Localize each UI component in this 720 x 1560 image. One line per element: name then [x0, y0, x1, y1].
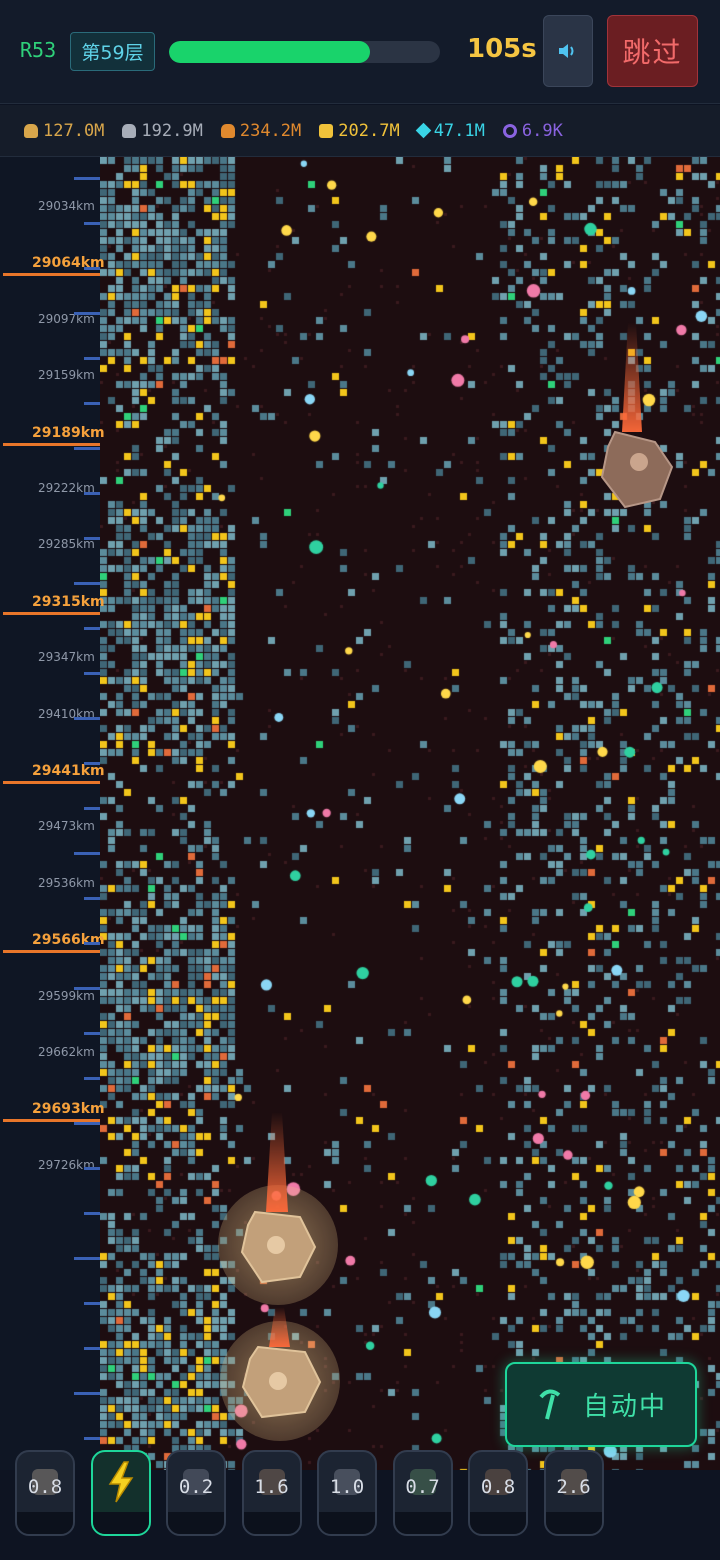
- stone-icon: [122, 123, 137, 138]
- tool-slot-magnet[interactable]: 0.2: [166, 1450, 226, 1536]
- lightning-icon: [93, 1452, 149, 1512]
- resource-value: 47.1M: [433, 120, 485, 141]
- tool-cooldown: 1.0: [329, 1476, 365, 1498]
- resource-copper: 234.2M: [220, 120, 302, 141]
- pickaxe-icon: [539, 1389, 561, 1419]
- resource-value: 127.0M: [43, 120, 105, 141]
- sound-toggle-button[interactable]: [543, 15, 593, 87]
- resource-bar: 127.0M 192.9M 234.2M 202.7M 47.1M 6.9K: [0, 105, 720, 157]
- tool-slot-spark-burst[interactable]: 0.8: [15, 1450, 75, 1536]
- resource-coin: 202.7M: [319, 120, 400, 141]
- tool-slot-base: [243, 1512, 300, 1534]
- gold-ore-icon: [24, 123, 38, 138]
- tool-slot-vortex[interactable]: 1.0: [317, 1450, 377, 1536]
- copper-icon: [220, 123, 235, 138]
- drill-head: [600, 322, 674, 509]
- speaker-icon: [559, 44, 574, 58]
- tool-slot-base: [17, 1512, 73, 1534]
- auto-mine-label: 自动中: [582, 1392, 667, 1422]
- resource-value: 6.9K: [521, 120, 563, 141]
- diamond-icon: [415, 122, 431, 139]
- tool-slot-base: [92, 1512, 149, 1534]
- resource-value: 202.7M: [338, 120, 400, 141]
- tool-slot-drill[interactable]: 1.6: [241, 1450, 302, 1536]
- resource-gold-ore: 127.0M: [24, 121, 104, 141]
- resource-stone: 192.9M: [122, 120, 203, 141]
- layer-badge: 第59层: [70, 32, 155, 71]
- resource-diamond: 47.1M: [415, 120, 485, 141]
- resource-value: 192.9M: [141, 120, 203, 141]
- mining-effects: [218, 322, 674, 1441]
- tool-cooldown: 0.8: [27, 1476, 63, 1498]
- tool-cooldown: 0.8: [480, 1476, 516, 1498]
- tool-slot-base: [545, 1512, 602, 1534]
- drill-head: [218, 1112, 338, 1305]
- tool-slot-base: [168, 1512, 224, 1534]
- tool-cooldown: 0.7: [405, 1476, 440, 1498]
- round-indicator: R53: [20, 38, 57, 62]
- tool-cooldown: 0.2: [178, 1476, 214, 1498]
- skill-toolbar: 0.8 0.2 1.6 1.0 0.7 0.8 2.6: [0, 1450, 720, 1560]
- tool-slot-base: [470, 1512, 526, 1534]
- tool-slot-potion[interactable]: 0.7: [392, 1450, 453, 1536]
- amethyst-icon: [502, 123, 517, 138]
- level-progress-fill: [169, 41, 370, 63]
- top-bar: R53 第59层 105s 跳过: [0, 0, 720, 104]
- resource-amethyst: 6.9K: [502, 120, 563, 141]
- tool-slot-base: [394, 1512, 451, 1534]
- tool-slot-base: [319, 1512, 375, 1534]
- auto-mine-button[interactable]: 自动中: [505, 1362, 697, 1447]
- tool-slot-crystal[interactable]: 2.6: [543, 1450, 604, 1536]
- level-progress-bar: [169, 41, 440, 63]
- resource-value: 234.2M: [239, 120, 302, 141]
- tool-slot-lightning[interactable]: [90, 1450, 151, 1536]
- tool-cooldown: 1.6: [254, 1476, 289, 1498]
- mining-field[interactable]: 29034km 29064km 29097km 29159km 29189km 29222…: [0, 157, 720, 1470]
- drill-head: [220, 1307, 340, 1441]
- skip-button[interactable]: 跳过: [607, 15, 698, 87]
- coin-icon: [319, 123, 334, 138]
- tool-cooldown: 2.6: [556, 1476, 591, 1498]
- tool-slot-hammer[interactable]: 0.8: [468, 1450, 528, 1536]
- countdown-timer: 105s: [467, 34, 537, 64]
